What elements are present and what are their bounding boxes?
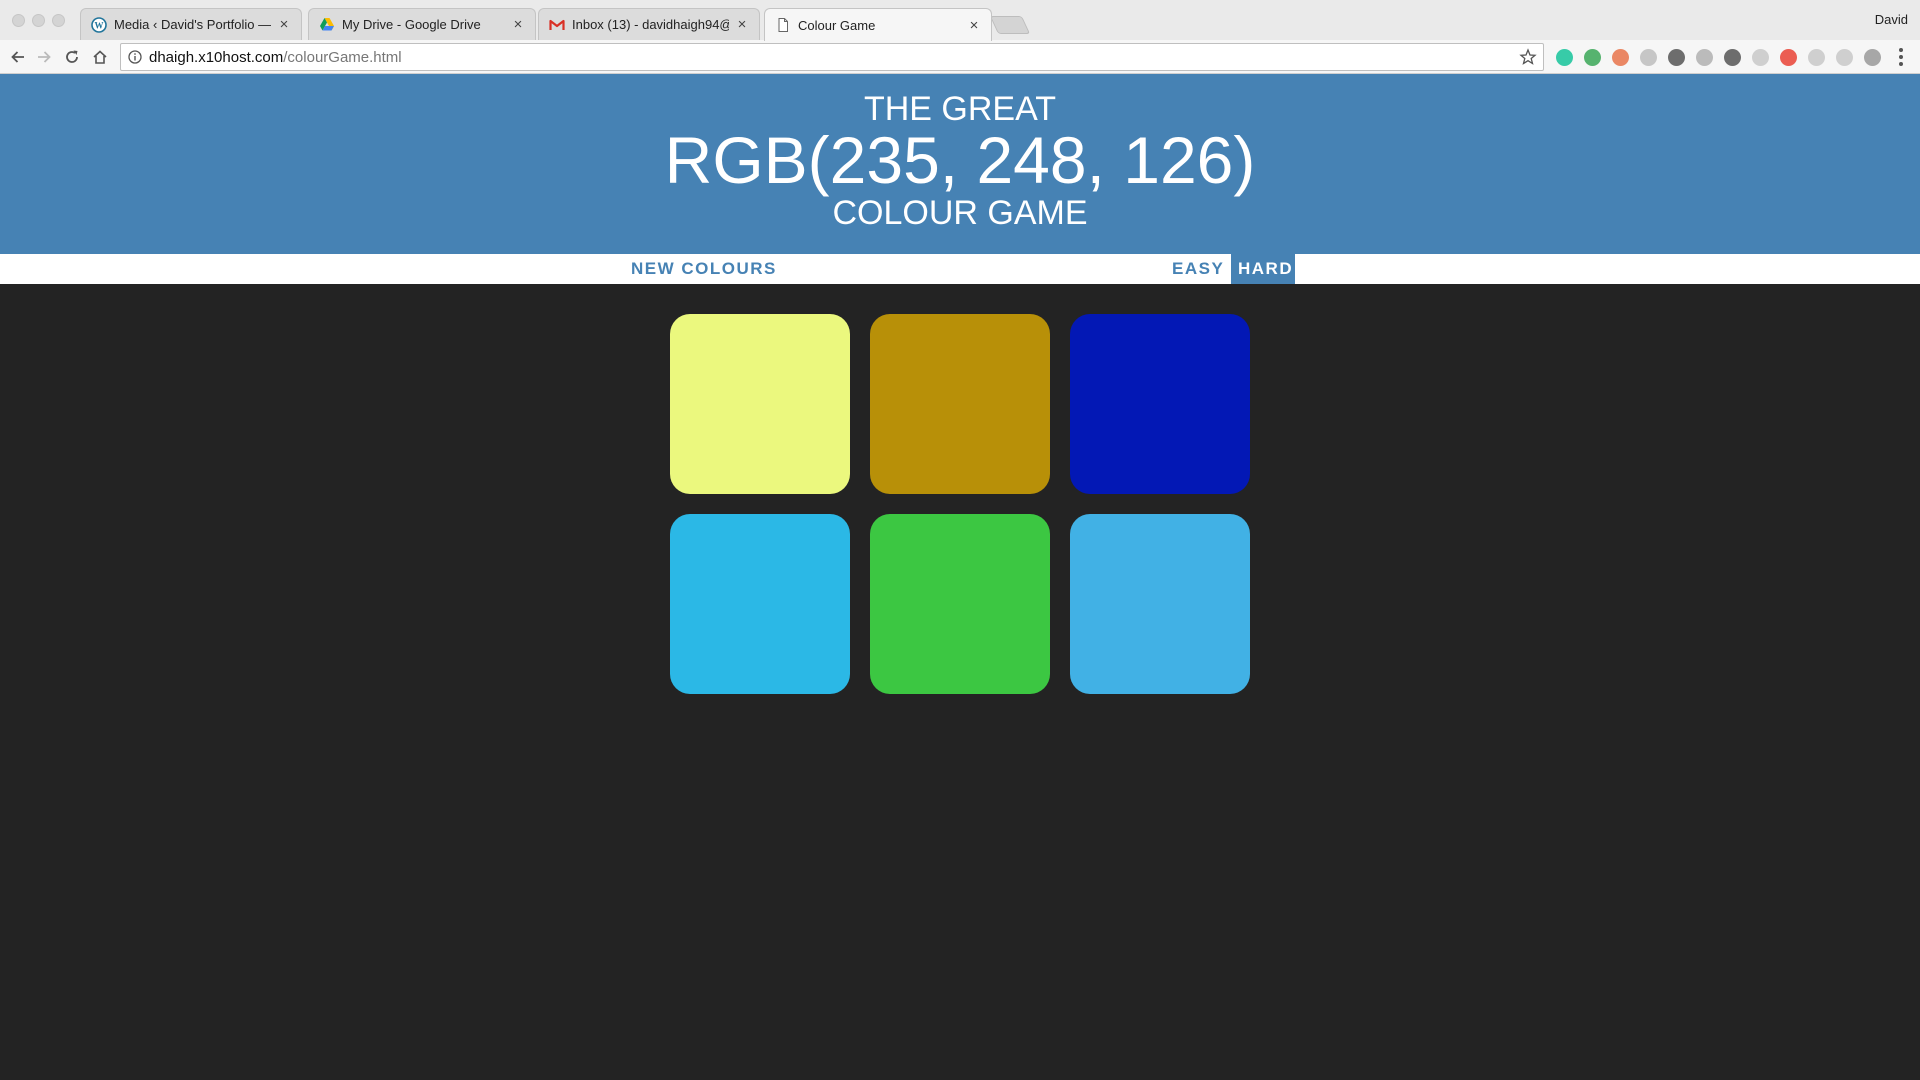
url-path: /colourGame.html	[283, 48, 402, 66]
google-drive-icon	[319, 17, 335, 33]
document-icon[interactable]	[1752, 49, 1769, 66]
profile-name[interactable]: David	[1875, 12, 1908, 27]
colour-square[interactable]	[870, 514, 1050, 694]
hard-mode-button[interactable]: Hard	[1231, 254, 1295, 284]
home-icon[interactable]	[88, 45, 112, 69]
tab-close-icon[interactable]: ×	[511, 16, 525, 33]
shield-icon[interactable]	[1808, 49, 1825, 66]
palette-icon[interactable]	[1612, 49, 1629, 66]
tab-title: My Drive - Google Drive	[342, 17, 481, 32]
tab-title: Colour Game	[798, 17, 876, 33]
search-icon[interactable]	[1668, 49, 1685, 66]
more-vert-icon[interactable]	[1898, 48, 1904, 66]
info-icon[interactable]	[127, 49, 143, 65]
skype-icon[interactable]	[1696, 49, 1713, 66]
new-tab-button[interactable]	[989, 16, 1031, 34]
magnifier-icon[interactable]	[1724, 49, 1741, 66]
tab-close-icon[interactable]: ×	[277, 16, 291, 33]
cloud-icon[interactable]	[1640, 49, 1657, 66]
checkmark-icon[interactable]	[1584, 49, 1601, 66]
reload-icon[interactable]	[60, 45, 84, 69]
globe-icon[interactable]	[1864, 49, 1881, 66]
browser-tab[interactable]: W Media ‹ David's Portfolio — Wo ×	[80, 8, 302, 40]
new-colours-button[interactable]: New Colours	[624, 254, 784, 284]
chrome-icon[interactable]	[1780, 49, 1797, 66]
browser-tab-active[interactable]: Colour Game ×	[764, 8, 992, 41]
code-icon[interactable]	[1836, 49, 1853, 66]
wordpress-icon: W	[91, 16, 107, 33]
colour-square[interactable]	[1070, 314, 1250, 494]
tab-title: Inbox (13) - davidhaigh94@gm	[572, 17, 729, 32]
browser-toolbar: dhaigh.x10host.com/colourGame.html	[0, 40, 1920, 74]
window-zoom-button[interactable]	[52, 14, 65, 27]
colour-square[interactable]	[670, 314, 850, 494]
window-close-button[interactable]	[12, 14, 25, 27]
back-arrow-icon[interactable]	[6, 45, 30, 69]
browser-tab[interactable]: My Drive - Google Drive ×	[308, 8, 536, 40]
rgb-display: RGB(235, 248, 126)	[664, 123, 1256, 197]
bookmark-star-icon[interactable]	[1519, 48, 1537, 66]
browser-tab-strip: W Media ‹ David's Portfolio — Wo × My Dr…	[0, 0, 1920, 41]
page-icon	[775, 17, 791, 33]
easy-mode-button[interactable]: Easy	[1165, 254, 1232, 284]
game-header: The Great RGB(235, 248, 126) Colour Game	[0, 74, 1920, 254]
svg-text:W: W	[95, 20, 104, 30]
tab-close-icon[interactable]: ×	[967, 17, 981, 34]
gmail-icon	[549, 17, 565, 33]
browser-tab[interactable]: Inbox (13) - davidhaigh94@gm ×	[538, 8, 760, 40]
colour-square[interactable]	[1070, 514, 1250, 694]
controls-stripe: New Colours Easy Hard	[0, 254, 1920, 284]
window-minimize-button[interactable]	[32, 14, 45, 27]
url-host: dhaigh.x10host.com	[149, 48, 284, 66]
forward-arrow-icon[interactable]	[32, 45, 56, 69]
tab-title: Media ‹ David's Portfolio — Wo	[114, 17, 271, 32]
grammarly-icon[interactable]	[1556, 49, 1573, 66]
colour-square[interactable]	[670, 514, 850, 694]
tab-close-icon[interactable]: ×	[735, 16, 749, 33]
colour-square[interactable]	[870, 314, 1050, 494]
title-bottom: Colour Game	[832, 194, 1088, 232]
address-bar[interactable]: dhaigh.x10host.com/colourGame.html	[120, 43, 1544, 71]
